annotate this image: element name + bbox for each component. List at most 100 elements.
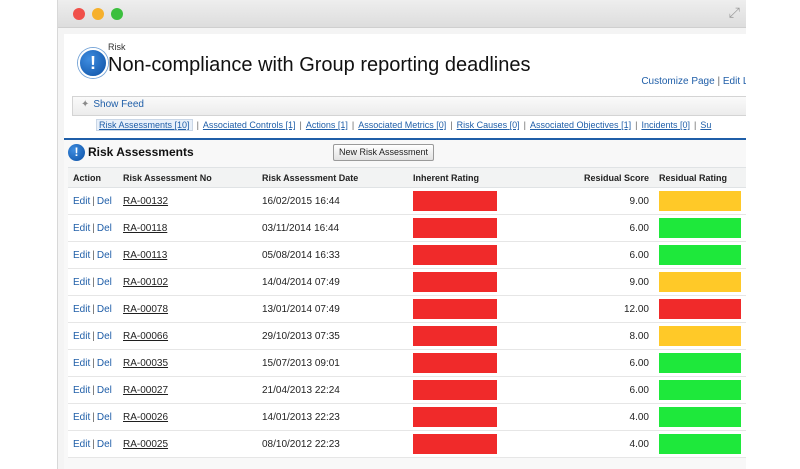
action-separator: |: [92, 276, 95, 288]
risk-assessment-link[interactable]: RA-00078: [123, 304, 168, 315]
edit-link[interactable]: Edit: [73, 277, 90, 288]
column-header-action[interactable]: Action: [68, 167, 118, 188]
residual-rating-bar: [659, 245, 741, 265]
edit-link[interactable]: Edit: [73, 358, 90, 369]
risk-assessment-link[interactable]: RA-00113: [123, 250, 167, 261]
tab-actions[interactable]: Actions [1]: [306, 120, 348, 130]
column-header-risk-assessment-date[interactable]: Risk Assessment Date: [257, 167, 408, 188]
risk-assessment-link[interactable]: RA-00026: [123, 412, 168, 423]
risk-assessment-link[interactable]: RA-00066: [123, 331, 168, 342]
tab-risk-assessments[interactable]: Risk Assessments [10]: [96, 119, 193, 131]
table-row: Edit | Del RA-00132 16/02/2015 16:44 9.00: [68, 187, 746, 215]
new-risk-assessment-button[interactable]: New Risk Assessment: [333, 144, 435, 161]
inherent-rating-bar: [413, 245, 497, 265]
delete-link[interactable]: Del: [97, 331, 112, 342]
delete-link[interactable]: Del: [97, 304, 112, 315]
risk-assessment-link[interactable]: RA-00035: [123, 358, 168, 369]
show-feed-label: Show Feed: [93, 99, 144, 110]
delete-link[interactable]: Del: [97, 358, 112, 369]
delete-link[interactable]: Del: [97, 223, 112, 234]
risk-assessment-link[interactable]: RA-00118: [123, 223, 167, 234]
action-separator: |: [92, 222, 95, 234]
column-header-inherent-rating[interactable]: Inherent Rating: [408, 167, 536, 188]
inherent-rating-cell: [408, 430, 536, 458]
tab-associated-objectives[interactable]: Associated Objectives [1]: [530, 120, 631, 130]
residual-rating-bar: [659, 218, 741, 238]
inherent-rating-cell: [408, 322, 536, 350]
action-cell: Edit | Del: [68, 349, 118, 377]
inherent-rating-bar: [413, 434, 497, 454]
column-header-residual-score[interactable]: Residual Score: [536, 167, 654, 188]
action-cell: Edit | Del: [68, 403, 118, 431]
edit-link[interactable]: Edit: [73, 385, 90, 396]
inherent-rating-bar: [413, 353, 497, 373]
risk-assessment-link[interactable]: RA-00027: [123, 385, 168, 396]
show-feed-button[interactable]: ✦ Show Feed: [81, 99, 144, 110]
risk-assessment-link[interactable]: RA-00025: [123, 439, 168, 450]
edit-link[interactable]: Edit: [73, 250, 90, 261]
risk-assessment-no-cell: RA-00113: [118, 241, 257, 269]
tab-label: Risk Assessments: [99, 120, 173, 130]
inherent-rating-bar: [413, 272, 497, 292]
action-cell: Edit | Del: [68, 268, 118, 296]
residual-rating-cell: [654, 268, 746, 296]
inherent-rating-bar: [413, 191, 497, 211]
close-window-button[interactable]: [73, 8, 85, 20]
residual-rating-bar: [659, 353, 741, 373]
delete-link[interactable]: Del: [97, 412, 112, 423]
edit-link[interactable]: Edit: [73, 412, 90, 423]
edit-link[interactable]: Edit: [73, 196, 90, 207]
delete-link[interactable]: Del: [97, 250, 112, 261]
action-separator: |: [92, 249, 95, 261]
tab-associated-controls[interactable]: Associated Controls [1]: [203, 120, 296, 130]
table-row: Edit | Del RA-00078 13/01/2014 07:49 12.00: [68, 295, 746, 323]
inherent-rating-cell: [408, 403, 536, 431]
risk-assessment-date-cell: 16/02/2015 16:44: [257, 187, 408, 215]
tab-count: [10]: [174, 120, 190, 130]
risk-assessment-link[interactable]: RA-00132: [123, 196, 168, 207]
edit-link[interactable]: Edit: [73, 304, 90, 315]
edit-layout-link[interactable]: Edit La: [723, 76, 746, 87]
table-row: Edit | Del RA-00035 15/07/2013 09:01 6.00: [68, 349, 746, 377]
feed-icon: ✦: [81, 99, 90, 110]
column-header-residual-rating[interactable]: Residual Rating: [654, 167, 746, 188]
customize-page-link[interactable]: Customize Page: [641, 76, 714, 87]
risk-assessment-date-cell: 05/08/2014 16:33: [257, 241, 408, 269]
residual-score-cell: 9.00: [536, 268, 654, 296]
edit-link[interactable]: Edit: [73, 223, 90, 234]
minimize-window-button[interactable]: [92, 8, 104, 20]
inherent-rating-cell: [408, 187, 536, 215]
risk-assessment-no-cell: RA-00132: [118, 187, 257, 215]
tab-label: Associated Objectives: [530, 120, 619, 130]
tab-risk-causes[interactable]: Risk Causes [0]: [457, 120, 520, 130]
risk-assessment-date-cell: 29/10/2013 07:35: [257, 322, 408, 350]
tab-incidents[interactable]: Incidents [0]: [641, 120, 690, 130]
tab-count: [1]: [285, 120, 296, 130]
table-header-row: Action Risk Assessment No Risk Assessmen…: [68, 167, 746, 188]
risk-assessment-date-cell: 21/04/2013 22:24: [257, 376, 408, 404]
tab-count: [0]: [679, 120, 690, 130]
risk-assessment-link[interactable]: RA-00102: [123, 277, 168, 288]
tab-separator: |: [299, 120, 302, 130]
edit-link[interactable]: Edit: [73, 331, 90, 342]
residual-rating-bar: [659, 191, 741, 211]
action-separator: |: [92, 357, 95, 369]
risk-assessment-no-cell: RA-00025: [118, 430, 257, 458]
record-page: ! Risk Non-compliance with Group reporti…: [64, 34, 746, 469]
inherent-rating-cell: [408, 214, 536, 242]
tab-label: Risk Causes: [456, 120, 508, 130]
column-header-risk-assessment-no[interactable]: Risk Assessment No: [118, 167, 257, 188]
risk-assessment-no-cell: RA-00118: [118, 214, 257, 242]
tab-associated-metrics[interactable]: Associated Metrics [0]: [358, 120, 446, 130]
delete-link[interactable]: Del: [97, 385, 112, 396]
delete-link[interactable]: Del: [97, 277, 112, 288]
maximize-window-button[interactable]: [111, 8, 123, 20]
delete-link[interactable]: Del: [97, 439, 112, 450]
residual-rating-cell: [654, 187, 746, 215]
fullscreen-icon[interactable]: ⤢: [729, 4, 740, 21]
delete-link[interactable]: Del: [97, 196, 112, 207]
edit-link[interactable]: Edit: [73, 439, 90, 450]
tab-su[interactable]: Su: [700, 120, 711, 130]
residual-score-cell: 4.00: [536, 403, 654, 431]
risk-assessment-no-cell: RA-00066: [118, 322, 257, 350]
